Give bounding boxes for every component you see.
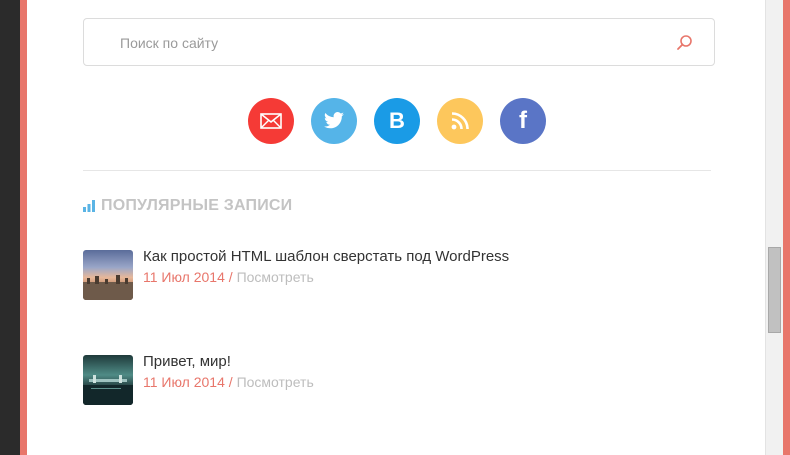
list-item: Как простой HTML шаблон сверстать под Wo… bbox=[83, 248, 703, 302]
meta-separator: / bbox=[224, 374, 237, 390]
rss-icon bbox=[451, 112, 469, 130]
meta-separator: / bbox=[224, 269, 237, 285]
view-link[interactable]: Посмотреть bbox=[237, 374, 314, 390]
popular-posts-title: ПОПУЛЯРНЫЕ ЗАПИСИ bbox=[101, 197, 293, 214]
facebook-button[interactable]: f bbox=[500, 98, 546, 144]
scrollbar[interactable] bbox=[765, 0, 783, 455]
facebook-icon: f bbox=[519, 107, 527, 134]
post-thumbnail[interactable] bbox=[83, 250, 133, 300]
left-accent-border bbox=[20, 0, 27, 455]
scrollbar-thumb[interactable] bbox=[768, 247, 781, 333]
sidebar-content: В f ПОПУЛЯРНЫЕ ЗАПИСИ bbox=[27, 0, 765, 455]
left-dark-edge bbox=[0, 0, 20, 455]
post-meta: 11 Июл 2014 / Посмотреть bbox=[143, 269, 314, 285]
search-input[interactable] bbox=[118, 31, 662, 55]
rss-button[interactable] bbox=[437, 98, 483, 144]
post-date: 11 Июл 2014 bbox=[143, 269, 225, 285]
post-thumbnail[interactable] bbox=[83, 355, 133, 405]
twitter-button[interactable] bbox=[311, 98, 357, 144]
twitter-bird-icon bbox=[324, 112, 344, 129]
email-button[interactable] bbox=[248, 98, 294, 144]
view-link[interactable]: Посмотреть bbox=[237, 269, 314, 285]
list-item: Привет, мир! 11 Июл 2014 / Посмотреть bbox=[83, 353, 703, 407]
envelope-icon bbox=[260, 113, 282, 129]
vk-icon: В bbox=[389, 108, 405, 133]
bar-chart-icon bbox=[83, 200, 95, 212]
post-date: 11 Июл 2014 bbox=[143, 374, 225, 390]
divider bbox=[83, 170, 711, 171]
popular-posts-heading: ПОПУЛЯРНЫЕ ЗАПИСИ bbox=[83, 196, 292, 216]
post-title-link[interactable]: Как простой HTML шаблон сверстать под Wo… bbox=[143, 248, 509, 265]
post-meta: 11 Июл 2014 / Посмотреть bbox=[143, 374, 314, 390]
post-title-link[interactable]: Привет, мир! bbox=[143, 353, 231, 370]
search-box bbox=[83, 18, 715, 66]
vk-button[interactable]: В bbox=[374, 98, 420, 144]
right-accent-border bbox=[783, 0, 790, 455]
search-icon[interactable] bbox=[676, 34, 694, 52]
